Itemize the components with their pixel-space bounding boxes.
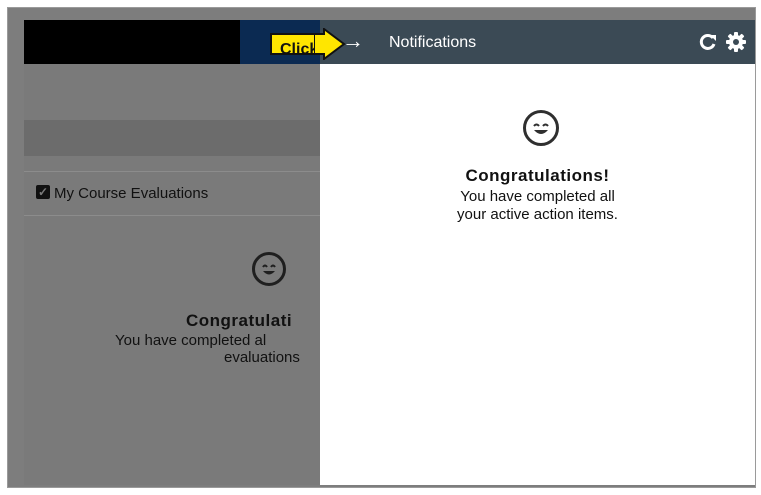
background-message-line: You have completed al [115,332,267,349]
refresh-icon[interactable] [698,32,718,52]
congrats-title: Congratulations! [465,166,610,185]
callout-label: Click [280,41,319,58]
panel-header: → Notifications [320,20,755,64]
redacted-banner [24,20,240,64]
checkbox-checked-icon[interactable]: ✓ [36,185,50,199]
congrats-message-line: You have completed all [460,188,615,205]
notifications-panel: → Notifications Congratulations! You hav… [320,20,755,485]
background-congrats-title: Congratulati [186,311,293,330]
divider [24,215,322,216]
gear-icon[interactable] [725,31,747,53]
background-toolbar-strip [24,120,322,156]
section-title: My Course Evaluations [54,185,209,202]
smiley-icon [252,252,286,286]
congrats-message: You have completed all your active actio… [320,188,755,224]
divider [24,171,322,172]
panel-title: Notifications [389,34,477,51]
smiley-icon [523,110,559,146]
congrats-message-line: your active action items. [457,206,618,223]
callout-arrow-icon [314,28,346,60]
callout-box: Click [270,33,318,58]
screenshot-frame: ✓ My Course Evaluations Congratulati You… [8,8,755,487]
background-message-line: evaluations [224,349,300,366]
